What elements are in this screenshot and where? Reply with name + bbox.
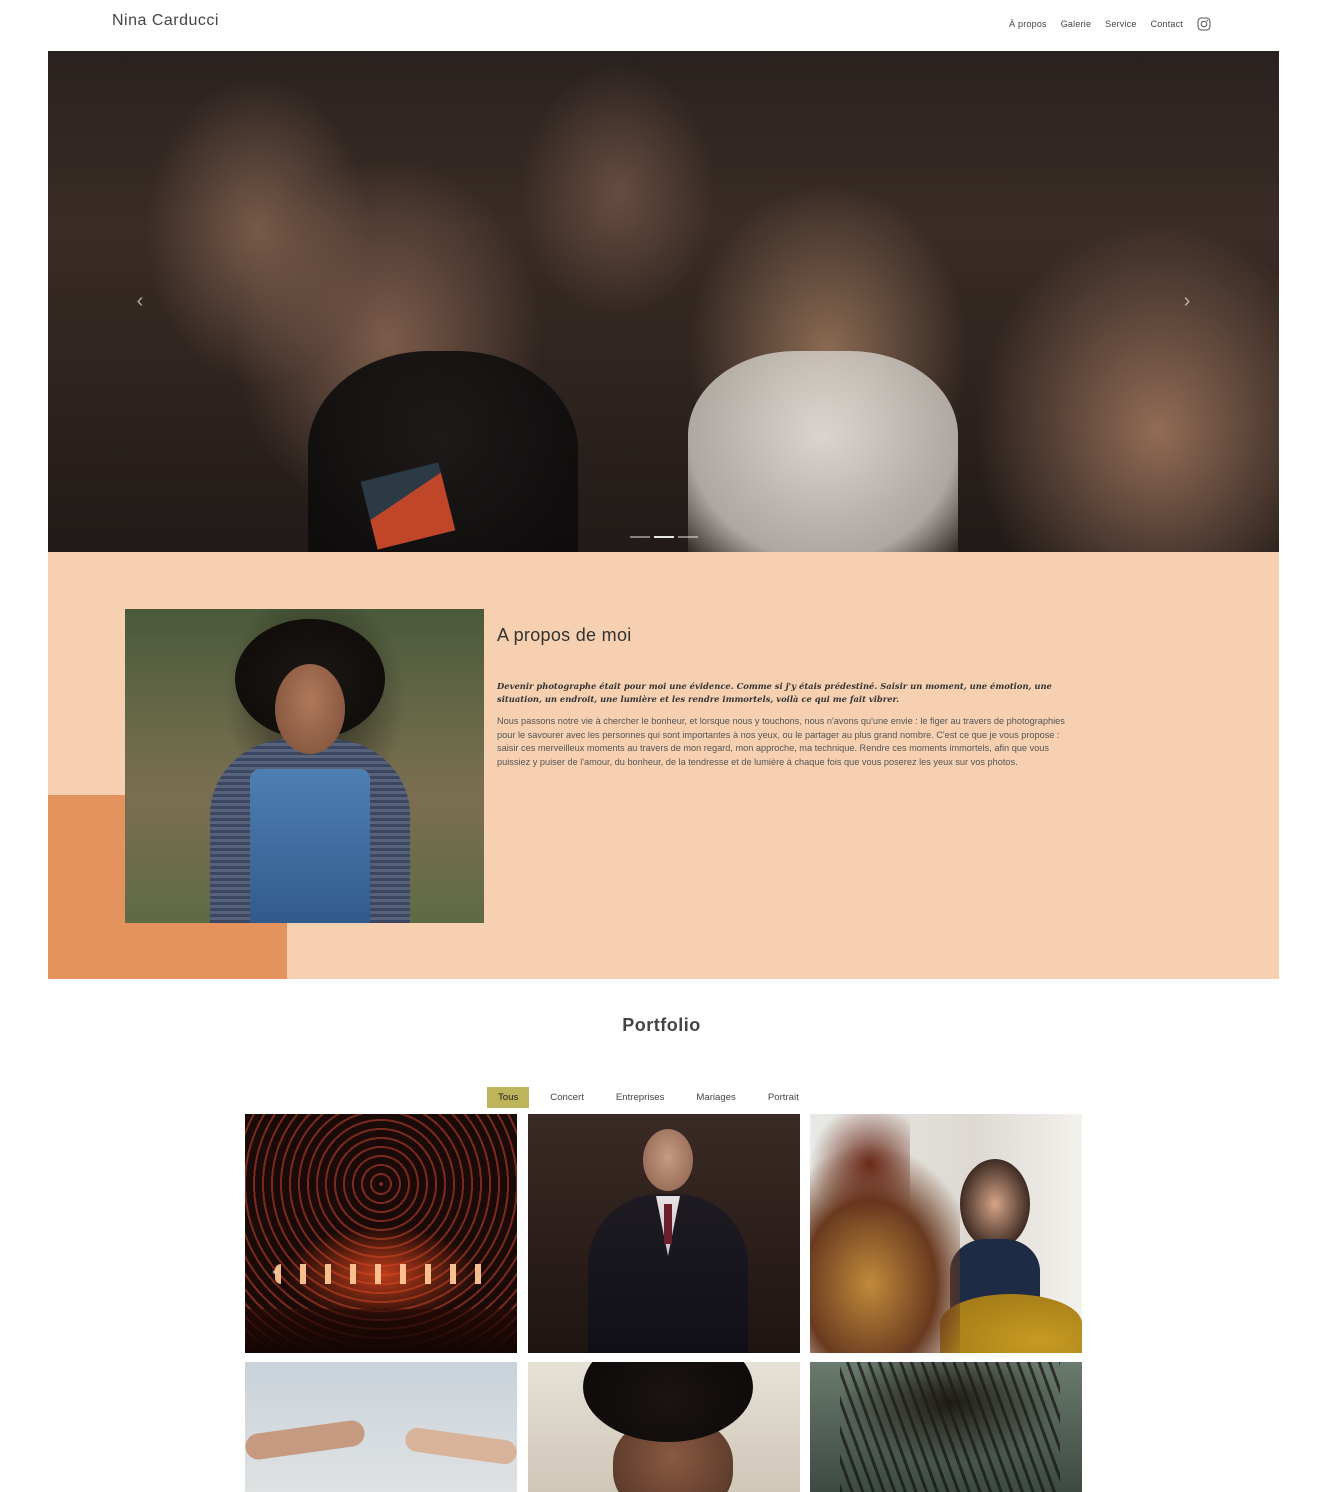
site-header: Nina Carducci À propos Galerie Service C… bbox=[0, 0, 1323, 50]
photo-detail bbox=[840, 1362, 1060, 1492]
photo-detail bbox=[245, 1418, 367, 1462]
photo-detail bbox=[960, 1159, 1030, 1249]
about-body-text: Nous passons notre vie à chercher le bon… bbox=[497, 716, 1065, 767]
instagram-icon[interactable] bbox=[1197, 17, 1211, 31]
photo-detail bbox=[245, 1309, 517, 1353]
nav-link-galerie[interactable]: Galerie bbox=[1061, 19, 1091, 29]
gallery-item-entreprise[interactable] bbox=[810, 1114, 1082, 1353]
portfolio-filters: Tous Concert Entreprises Mariages Portra… bbox=[487, 1087, 810, 1108]
photo-detail bbox=[664, 1204, 672, 1244]
carousel-indicators bbox=[630, 536, 698, 538]
gallery-item-mariage[interactable] bbox=[810, 1362, 1082, 1492]
nav-link-service[interactable]: Service bbox=[1105, 19, 1136, 29]
about-title: A propos de moi bbox=[497, 625, 632, 645]
carousel-indicator-1[interactable] bbox=[630, 536, 650, 538]
about-lead-text: Devenir photographe était pour moi une é… bbox=[497, 681, 1052, 704]
gallery-item-entreprise[interactable] bbox=[528, 1114, 800, 1353]
photo-detail bbox=[250, 769, 370, 923]
photo-detail bbox=[810, 1114, 910, 1224]
gallery-item-concert[interactable] bbox=[245, 1114, 517, 1353]
gallery-item-portrait[interactable] bbox=[528, 1362, 800, 1492]
about-section: A propos de moi Devenir photographe étai… bbox=[48, 552, 1279, 979]
photo-detail bbox=[643, 1129, 693, 1191]
nav-link-contact[interactable]: Contact bbox=[1151, 19, 1183, 29]
chevron-left-icon[interactable]: ‹ bbox=[128, 289, 152, 313]
filter-entreprises[interactable]: Entreprises bbox=[605, 1087, 676, 1108]
filter-portrait[interactable]: Portrait bbox=[757, 1087, 810, 1108]
carousel-indicator-2[interactable] bbox=[654, 536, 674, 538]
filter-mariages[interactable]: Mariages bbox=[685, 1087, 746, 1108]
photo-detail bbox=[583, 1362, 753, 1442]
photo-detail bbox=[940, 1294, 1082, 1353]
hero-photo-detail bbox=[688, 351, 958, 552]
brand-name[interactable]: Nina Carducci bbox=[112, 12, 219, 30]
portfolio-title: Portfolio bbox=[622, 1015, 701, 1035]
photo-detail bbox=[275, 1264, 495, 1284]
carousel-indicator-3[interactable] bbox=[678, 536, 698, 538]
hero-carousel: ‹ › bbox=[48, 51, 1279, 552]
photo-detail bbox=[403, 1426, 517, 1466]
gallery-item-mariage[interactable] bbox=[245, 1362, 517, 1492]
nav-link-a-propos[interactable]: À propos bbox=[1009, 19, 1047, 29]
about-portrait-photo bbox=[125, 609, 484, 923]
filter-concert[interactable]: Concert bbox=[539, 1087, 595, 1108]
main-nav: À propos Galerie Service Contact bbox=[1009, 17, 1211, 31]
filter-tous[interactable]: Tous bbox=[487, 1087, 530, 1108]
chevron-right-icon[interactable]: › bbox=[1175, 289, 1199, 313]
photo-detail bbox=[275, 664, 345, 754]
